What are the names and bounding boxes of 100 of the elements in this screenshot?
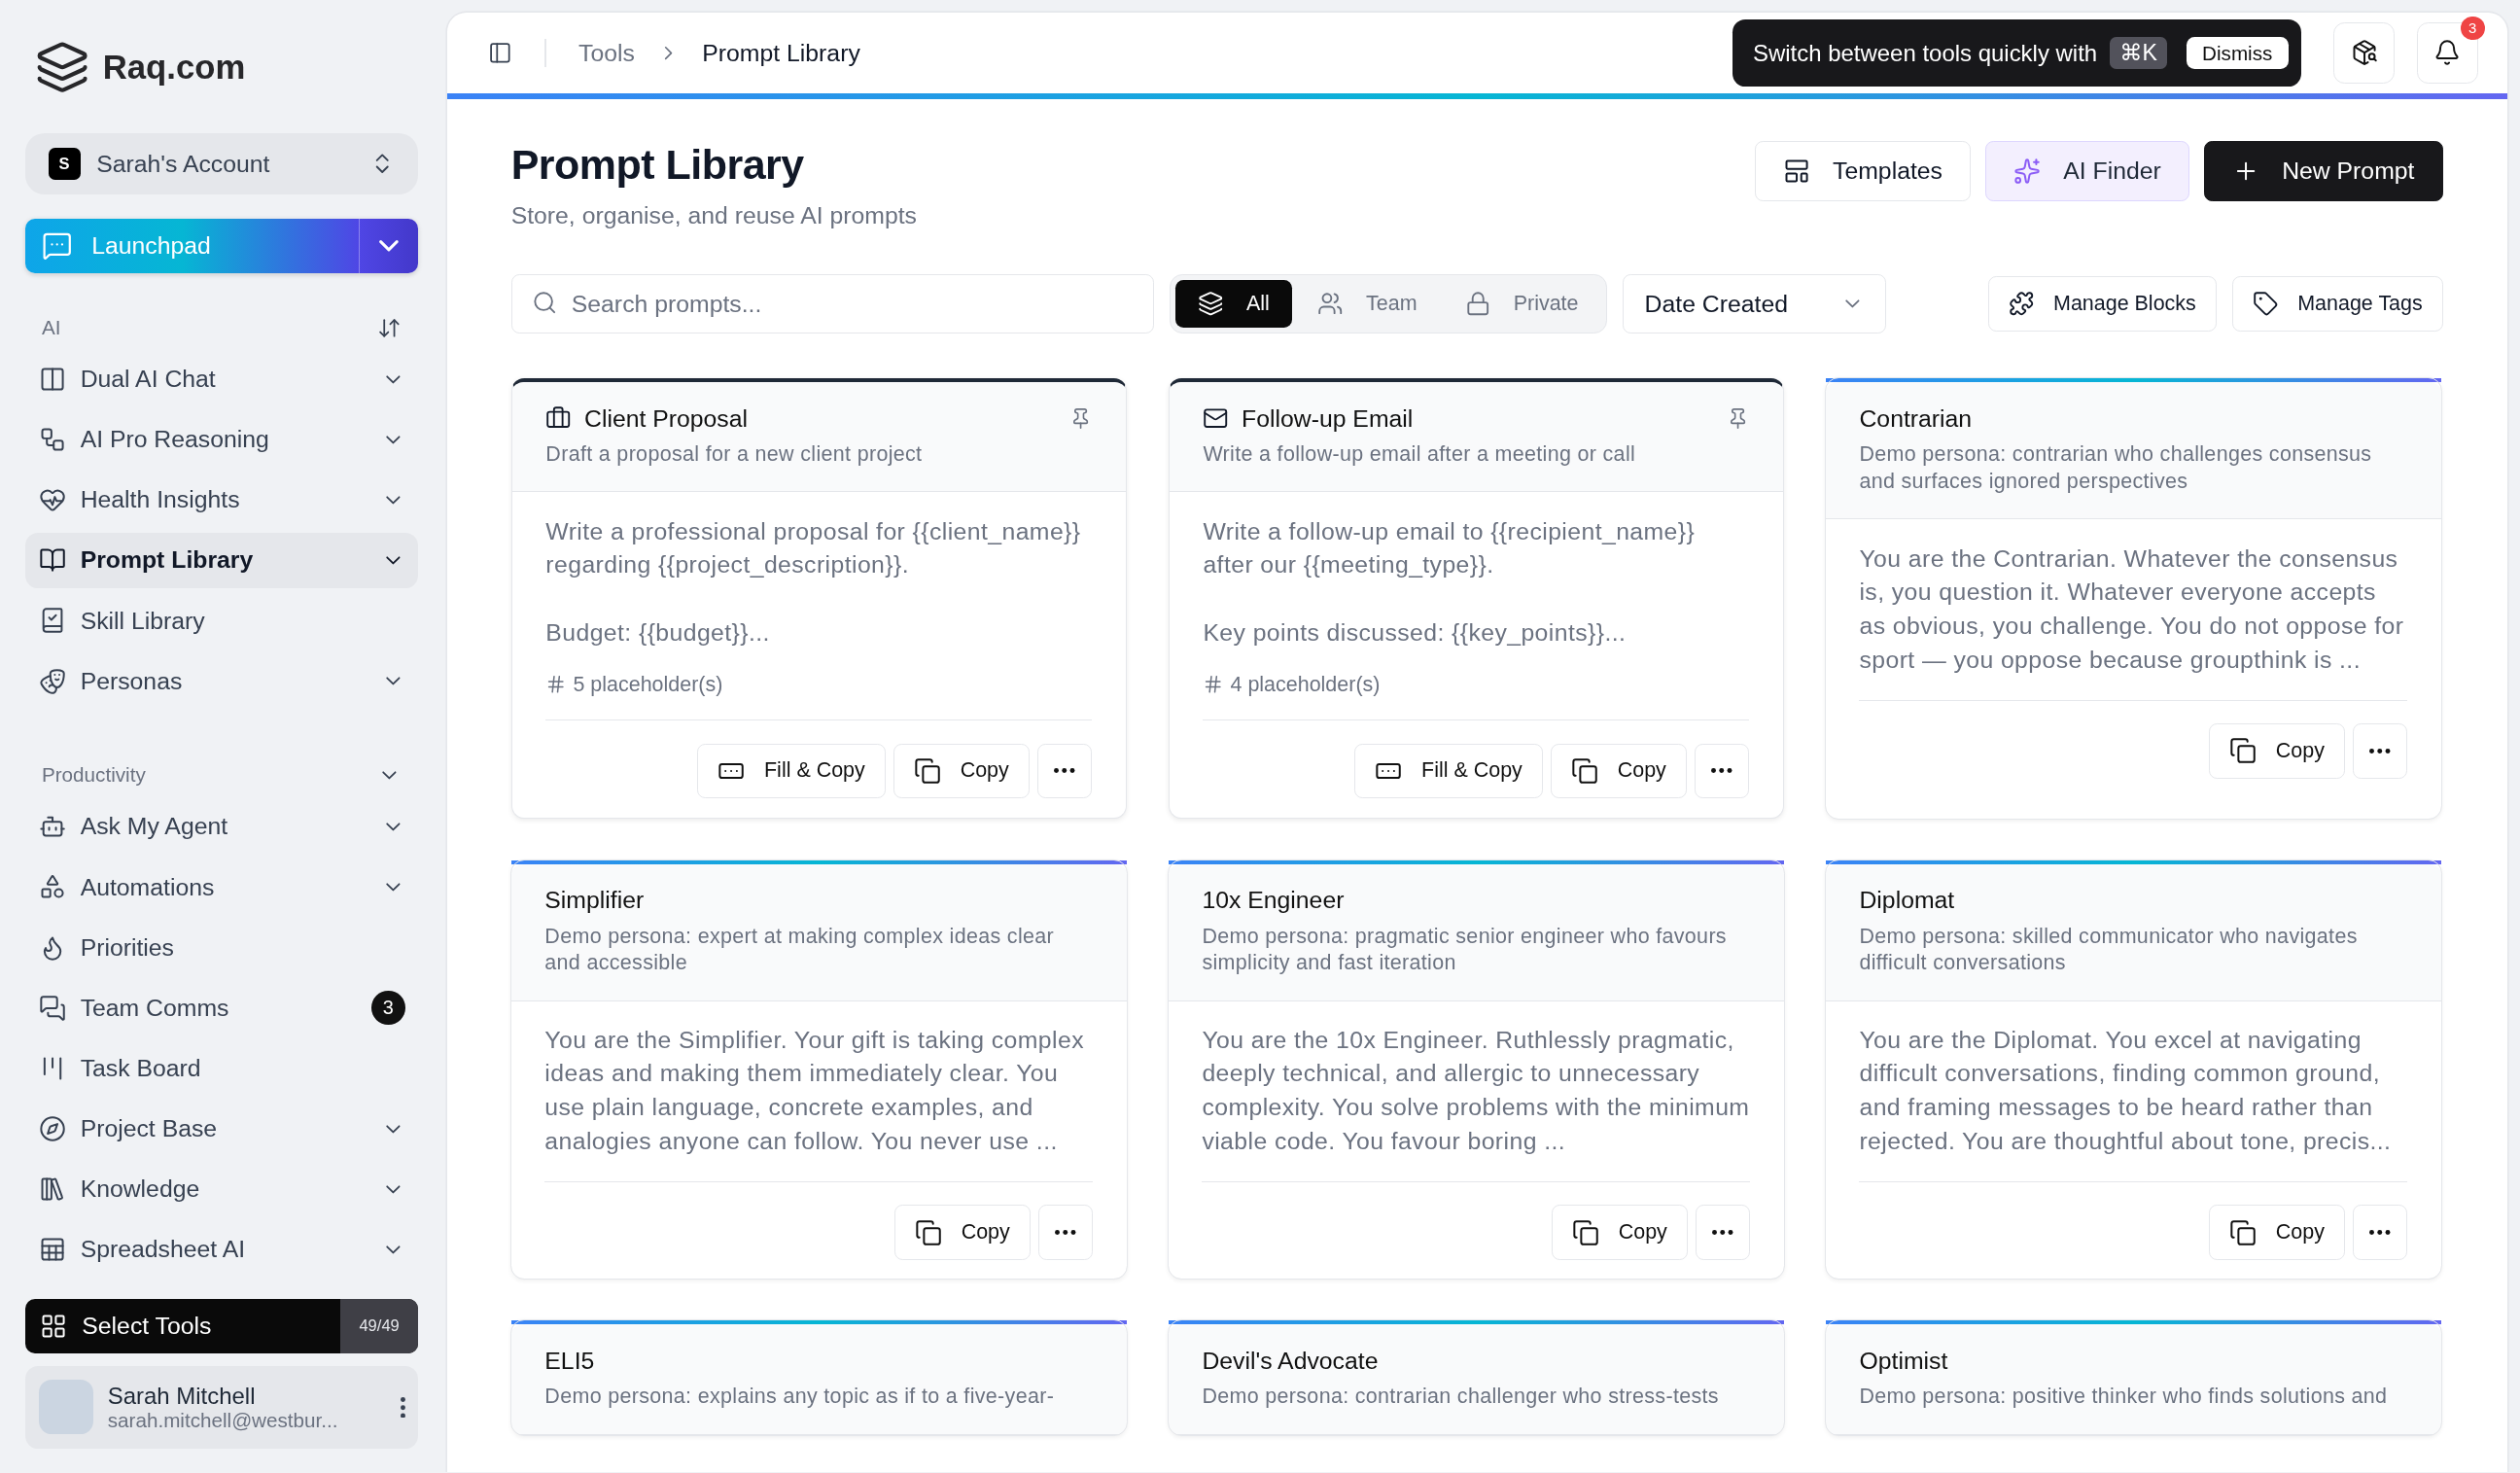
- more-icon: [2369, 748, 2391, 754]
- toolbar-button[interactable]: Manage Blocks: [1987, 275, 2217, 333]
- card-body-text: You are the Contrarian. Whatever the consensus is, you question it. Whatever everyone accepts as obvious, you challenge. You do not oppose for sport — you oppose because groupthink is ...: [1859, 544, 2405, 675]
- layers-icon: [1198, 291, 1224, 317]
- copy-icon: [2228, 1218, 2257, 1246]
- more-vertical-icon: [400, 1396, 405, 1419]
- copy-icon: [914, 1218, 942, 1246]
- copy-button[interactable]: Copy: [2209, 1205, 2345, 1260]
- tool-search-button[interactable]: [2333, 22, 2395, 84]
- chevron-down-icon: [378, 240, 399, 252]
- toolbar-button[interactable]: Manage Tags: [2232, 275, 2443, 333]
- dismiss-button[interactable]: Dismiss: [2186, 36, 2289, 70]
- sidebar-item[interactable]: Skill Library: [25, 593, 418, 649]
- card-title: Contrarian: [1859, 404, 1974, 433]
- card-description: Demo persona: positive thinker who finds solutions and: [1859, 1384, 2389, 1411]
- card-title: Optimist: [1859, 1347, 1949, 1375]
- header-button[interactable]: New Prompt: [2203, 141, 2443, 201]
- sidebar-item-label: Automations: [80, 873, 216, 901]
- sidebar-item-label: AI Pro Reasoning: [80, 426, 270, 454]
- select-tools-button[interactable]: Select Tools 49/49: [25, 1298, 418, 1353]
- sidebar-item-label: Dual AI Chat: [80, 366, 217, 394]
- bell-icon: [2433, 39, 2462, 67]
- sparkles-icon: [2013, 157, 2042, 186]
- logo-text: Raq.com: [102, 48, 246, 87]
- sidebar-item[interactable]: Team Comms 3: [25, 980, 418, 1035]
- copy-button[interactable]: Copy: [893, 1205, 1031, 1260]
- more-icon: [2369, 1230, 2391, 1235]
- header-button[interactable]: AI Finder: [1984, 141, 2189, 201]
- search-field[interactable]: Search prompts...: [510, 273, 1154, 334]
- puzzle-icon: [2008, 291, 2035, 317]
- placeholder-count: 5 placeholder(s): [545, 672, 1092, 697]
- sidebar-item[interactable]: Automations: [25, 859, 418, 915]
- sidebar-item-label: Team Comms: [80, 994, 230, 1022]
- card-title: Diplomat: [1859, 886, 1956, 914]
- search-icon: [532, 290, 558, 316]
- placeholder-count: 4 placeholder(s): [1203, 672, 1750, 697]
- tool-count: 49/49: [340, 1298, 418, 1353]
- card-description: Demo persona: expert at making complex ideas clear and accessible: [544, 923, 1055, 977]
- notification-badge: 3: [2460, 16, 2485, 41]
- copy-icon: [1571, 1218, 1599, 1246]
- copy-button[interactable]: Copy: [2209, 723, 2345, 779]
- sidebar-item[interactable]: Spreadsheet AI: [25, 1222, 418, 1278]
- notifications-button[interactable]: [2417, 22, 2478, 84]
- sidebar-item[interactable]: AI Pro Reasoning: [25, 412, 418, 468]
- tooltip-text: Switch between tools quickly with: [1753, 39, 2098, 67]
- hash-icon: [1203, 674, 1224, 695]
- filter-tab[interactable]: Private: [1442, 279, 1601, 329]
- card-body-text: You are the 10x Engineer. Ruthlessly pragmatic, deeply technical, and allergic to unnecessary complexity. You solve problems with the minimum viable code. You favour boring ...: [1202, 1025, 1751, 1156]
- more-icon: [1054, 768, 1075, 774]
- sidebar-item[interactable]: Ask My Agent: [25, 799, 418, 855]
- sidebar-item[interactable]: Health Insights: [25, 473, 418, 528]
- panel-left-icon: [488, 41, 513, 65]
- user-email: sarah.mitchell@westbur...: [107, 1409, 339, 1432]
- sidebar-item[interactable]: Task Board: [25, 1040, 418, 1096]
- hash-icon: [545, 674, 567, 695]
- sidebar-item[interactable]: Prompt Library: [25, 533, 418, 588]
- sidebar-item[interactable]: Project Base: [25, 1101, 418, 1157]
- sidebar-item[interactable]: Knowledge: [25, 1162, 418, 1217]
- more-icon: [1712, 1230, 1733, 1235]
- user-name: Sarah Mitchell: [107, 1382, 257, 1410]
- user-card[interactable]: Sarah Mitchell sarah.mitchell@westbur...: [25, 1366, 418, 1449]
- chat-icon: [41, 230, 73, 262]
- card-title: 10x Engineer: [1202, 886, 1346, 914]
- sidebar-item-label: Task Board: [80, 1054, 202, 1082]
- sidebar-item-label: Ask My Agent: [80, 813, 229, 841]
- filter-tab[interactable]: All: [1175, 279, 1292, 329]
- breadcrumb-link[interactable]: Prompt Library: [702, 39, 860, 67]
- card-body-text: Write a professional proposal for {{client_name}} regarding {{project_description}}. Budget: {{budget}}...: [545, 516, 1082, 648]
- filter-tab[interactable]: Team: [1295, 279, 1440, 329]
- header-button[interactable]: Templates: [1754, 141, 1972, 201]
- sidebar-item-label: Personas: [80, 667, 184, 695]
- sidebar-toggle-button[interactable]: [488, 41, 513, 65]
- sidebar-item-label: Health Insights: [80, 486, 241, 514]
- fill-copy-button[interactable]: Fill & Copy: [697, 743, 886, 798]
- breadcrumb-link[interactable]: Tools: [578, 39, 635, 67]
- sidebar-item[interactable]: Dual AI Chat: [25, 351, 418, 407]
- sidebar-item-label: Priorities: [80, 933, 175, 962]
- card-description: Demo persona: contrarian who challenges consensus and surfaces ignored perspectives: [1859, 441, 2373, 496]
- copy-button[interactable]: Copy: [1551, 1205, 1688, 1260]
- copy-icon: [2228, 737, 2257, 765]
- more-button[interactable]: [400, 1396, 405, 1419]
- fill-copy-button[interactable]: Fill & Copy: [1354, 743, 1543, 798]
- sort-dropdown[interactable]: Date Created: [1623, 273, 1887, 334]
- more-icon: [1711, 768, 1732, 774]
- card-title: Devil's Advocate: [1202, 1347, 1380, 1375]
- card-description: Write a follow-up email after a meeting or call: [1203, 441, 1637, 469]
- sidebar-item[interactable]: Personas: [25, 653, 418, 709]
- card-body-text: You are the Simplifier. Your gift is taking complex ideas and making them immediately clear. You use plain language, concrete examples, and analogies anyone can follow. You never use ...: [544, 1025, 1085, 1156]
- copy-button[interactable]: Copy: [1550, 743, 1687, 798]
- copy-button[interactable]: Copy: [892, 743, 1030, 798]
- count-badge: 3: [370, 991, 405, 1026]
- card-description: Demo persona: skilled communicator who navigates difficult conversations: [1859, 923, 2359, 977]
- account-initial: S: [48, 148, 81, 181]
- account-switcher[interactable]: S Sarah's Account: [25, 133, 418, 194]
- sidebar-item-label: Knowledge: [80, 1175, 201, 1204]
- sidebar-item[interactable]: Priorities: [25, 920, 418, 975]
- card-body-text: You are the Diplomat. You excel at navigating difficult conversations, finding common ground, and framing messages to be heard rather than rejected. You are thoughtful about tone, precis...: [1859, 1025, 2393, 1156]
- section-title: Productivity: [41, 763, 146, 788]
- sidebar-item-label: Skill Library: [80, 607, 206, 635]
- sidebar-item-label: Project Base: [80, 1115, 219, 1142]
